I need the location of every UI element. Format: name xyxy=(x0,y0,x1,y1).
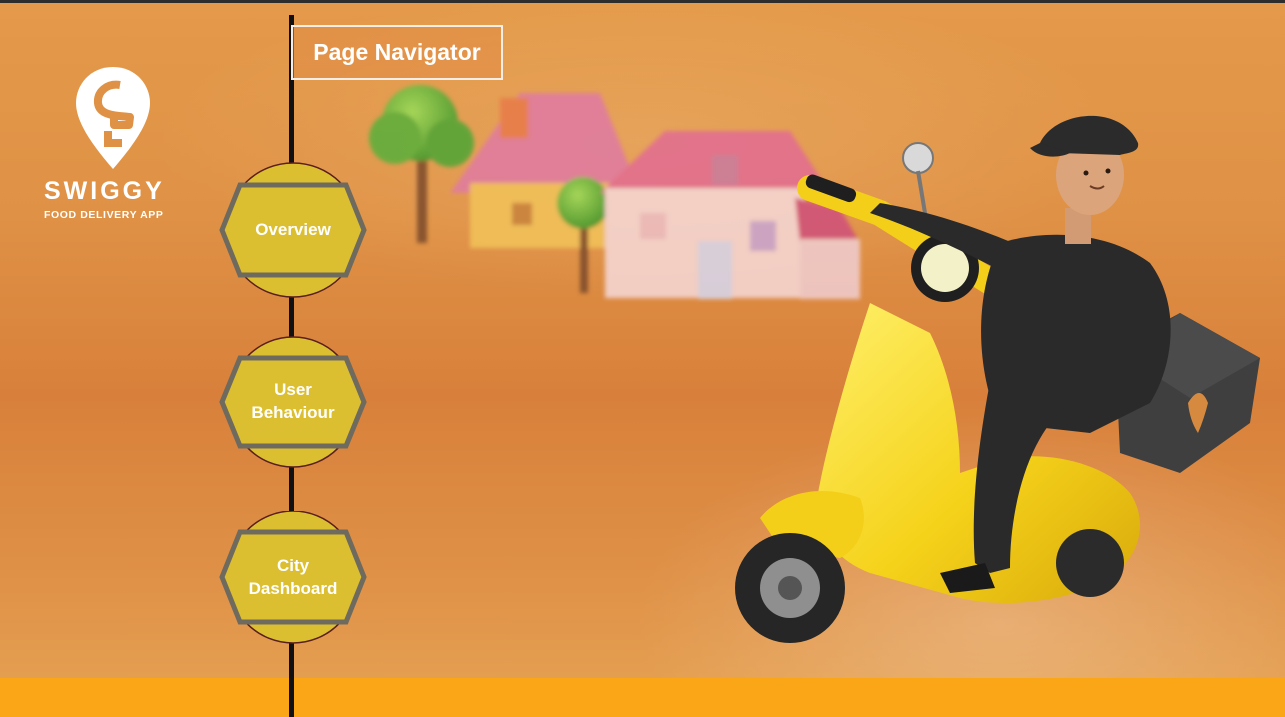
nav-city-dashboard-button[interactable]: City Dashboard xyxy=(218,511,368,651)
nav-overview-label: Overview xyxy=(218,218,368,241)
footer-accent-bar xyxy=(0,678,1285,717)
nav-label-line: User xyxy=(274,380,312,399)
brand-tagline: FOOD DELIVERY APP xyxy=(44,209,164,221)
nav-city-dashboard-label: City Dashboard xyxy=(218,554,368,600)
swiggy-pin-icon xyxy=(76,67,150,169)
brand-name: SWIGGY xyxy=(44,177,165,205)
nav-label-line: Dashboard xyxy=(248,579,338,598)
delivery-scene-illustration xyxy=(369,85,1260,643)
nav-label-line: City xyxy=(276,556,310,575)
page-background: Page Navigator SWIGGY FOOD DELIVERY APP … xyxy=(0,0,1285,717)
nav-user-behaviour-label: User Behaviour xyxy=(218,378,368,424)
nav-overview-button[interactable]: Overview xyxy=(218,161,368,301)
nav-label-line: Behaviour xyxy=(251,403,335,422)
page-navigator-title: Page Navigator xyxy=(291,25,503,80)
nav-user-behaviour-button[interactable]: User Behaviour xyxy=(218,336,368,476)
nav-label-line: Overview xyxy=(255,220,331,239)
